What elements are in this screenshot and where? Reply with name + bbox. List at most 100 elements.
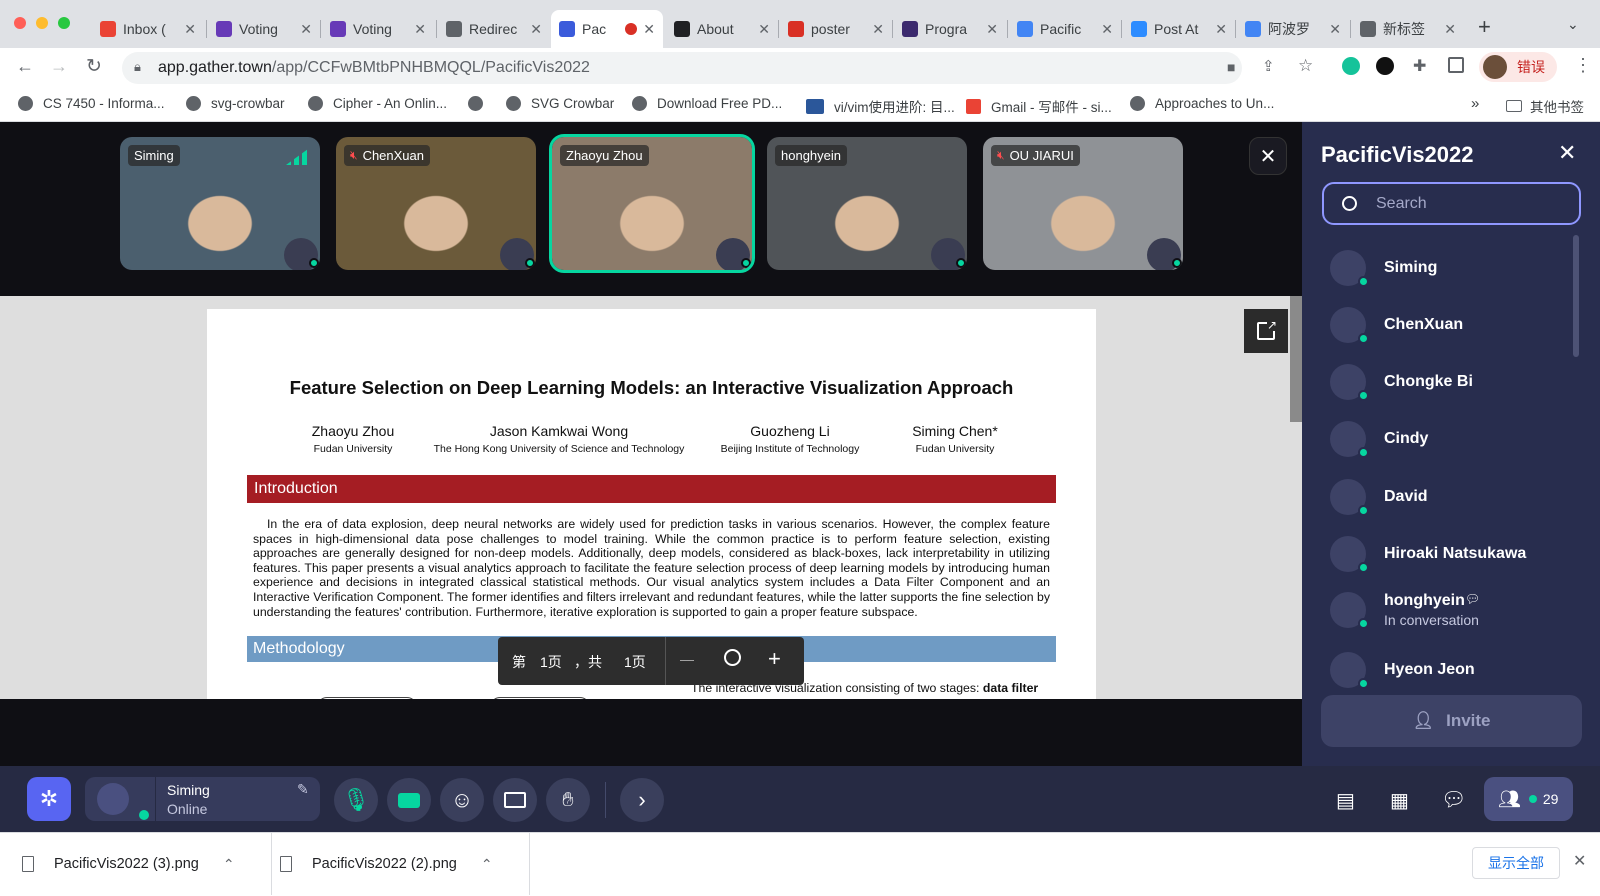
maximize-window-button[interactable] bbox=[58, 17, 70, 29]
gather-menu-button[interactable]: ✲ bbox=[27, 777, 71, 821]
zoom-magnifier-icon[interactable] bbox=[724, 649, 741, 666]
user-card[interactable]: Siming Online ✎ bbox=[85, 777, 320, 821]
tab-search-chevron-icon[interactable]: ⌄ bbox=[1567, 16, 1579, 33]
participant-list-item[interactable]: Siming bbox=[1330, 250, 1437, 287]
participant-list-item[interactable]: Hyeon Jeon bbox=[1330, 652, 1475, 689]
bookmark-star-icon[interactable]: ☆ bbox=[1298, 56, 1313, 76]
sidebar-scrollbar[interactable] bbox=[1573, 235, 1579, 357]
close-tab-icon[interactable]: ✕ bbox=[1101, 21, 1113, 38]
extension-icon[interactable] bbox=[1376, 57, 1394, 75]
invite-button[interactable]: 👤︎ Invite bbox=[1321, 695, 1582, 747]
bookmark-item[interactable] bbox=[468, 96, 493, 111]
bookmark-item[interactable]: Download Free PD... bbox=[632, 96, 782, 111]
participant-name: Hiroaki Natsukawa bbox=[1384, 545, 1527, 562]
announcement-icon[interactable]: ▤ bbox=[1336, 788, 1355, 813]
participant-list-item[interactable]: Chongke Bi bbox=[1330, 364, 1473, 401]
tab-10[interactable]: 阿波罗 ✕ bbox=[1237, 10, 1349, 48]
close-tab-icon[interactable]: ✕ bbox=[1329, 21, 1341, 38]
video-tile[interactable]: 🔇︎ OU JIARUI bbox=[983, 137, 1183, 270]
download-item[interactable]: PacificVis2022 (2).png ⌃ bbox=[280, 833, 530, 895]
close-video-strip-button[interactable]: ✕ bbox=[1249, 137, 1287, 175]
download-item[interactable]: PacificVis2022 (3).png ⌃ bbox=[22, 833, 272, 895]
zoom-in-button[interactable]: + bbox=[768, 646, 781, 672]
open-external-button[interactable]: ↗ bbox=[1244, 309, 1288, 353]
close-tab-icon[interactable]: ✕ bbox=[184, 21, 196, 38]
tab-4[interactable]: Pac ✕ bbox=[551, 10, 663, 48]
camera-blocked-icon[interactable]: ■ bbox=[1227, 59, 1235, 75]
reload-icon[interactable]: ↻ bbox=[86, 55, 102, 78]
participant-list-item[interactable]: David bbox=[1330, 479, 1428, 516]
emoji-button[interactable]: ☺ bbox=[440, 778, 484, 822]
intro-heading: Introduction bbox=[254, 480, 338, 497]
chat-icon[interactable]: 💬︎ bbox=[1441, 787, 1466, 812]
close-tab-icon[interactable]: ✕ bbox=[1444, 21, 1456, 38]
minimize-window-button[interactable] bbox=[36, 17, 48, 29]
puzzle-extensions-icon[interactable]: ✚ bbox=[1413, 56, 1426, 76]
video-tile[interactable]: 🔇︎ ChenXuan bbox=[336, 137, 536, 270]
video-tile[interactable]: Zhaoyu Zhou bbox=[549, 134, 755, 273]
profile-error-button[interactable]: 错误 bbox=[1479, 52, 1557, 82]
close-downloads-icon[interactable]: ✕ bbox=[1573, 851, 1586, 871]
bookmark-item[interactable]: Approaches to Un... bbox=[1130, 96, 1274, 111]
chevron-up-icon[interactable]: ⌃ bbox=[481, 856, 493, 873]
close-tab-icon[interactable]: ✕ bbox=[872, 21, 884, 38]
show-all-downloads-button[interactable]: 显示全部 bbox=[1472, 847, 1560, 879]
bookmarks-overflow-icon[interactable]: » bbox=[1471, 95, 1479, 112]
microphone-button[interactable]: 🎙︎ bbox=[334, 778, 378, 822]
expand-toolbar-button[interactable]: › bbox=[620, 778, 664, 822]
participant-list-item[interactable]: Cindy bbox=[1330, 421, 1428, 458]
back-icon[interactable]: ← bbox=[16, 56, 34, 77]
tab-9[interactable]: Post At ✕ bbox=[1123, 10, 1235, 48]
bookmark-item[interactable]: Gmail - 写邮件 - si... bbox=[966, 96, 1112, 116]
participants-button[interactable]: 👥︎ 29 bbox=[1484, 777, 1573, 821]
tab-8[interactable]: Pacific ✕ bbox=[1009, 10, 1121, 48]
search-input[interactable]: Search bbox=[1376, 195, 1427, 213]
tab-7[interactable]: Progra ✕ bbox=[894, 10, 1006, 48]
close-tab-icon[interactable]: ✕ bbox=[986, 21, 998, 38]
screenshare-button[interactable] bbox=[493, 778, 537, 822]
forward-icon[interactable]: → bbox=[50, 56, 68, 77]
tab-1[interactable]: Voting ✕ bbox=[208, 10, 320, 48]
calendar-icon[interactable]: ▦ bbox=[1390, 788, 1409, 813]
url-field[interactable]: 🔒︎ app.gather.town/app/CCFwBMtbPNHBMQQL/… bbox=[122, 52, 1242, 84]
participant-list-item[interactable]: honghyein 💬︎ In conversation bbox=[1330, 592, 1480, 629]
avatar bbox=[931, 238, 966, 270]
video-tile[interactable]: honghyein bbox=[767, 137, 967, 270]
search-box[interactable]: Search bbox=[1322, 182, 1581, 225]
tab-2[interactable]: Voting ✕ bbox=[322, 10, 434, 48]
camera-button[interactable] bbox=[387, 778, 431, 822]
tab-5[interactable]: About ✕ bbox=[666, 10, 778, 48]
close-tab-icon[interactable]: ✕ bbox=[300, 21, 312, 38]
grammarly-extension-icon[interactable] bbox=[1342, 57, 1360, 75]
new-tab-button[interactable]: + bbox=[1478, 14, 1491, 40]
close-sidebar-icon[interactable]: ✕ bbox=[1558, 140, 1576, 166]
participant-list-item[interactable]: ChenXuan bbox=[1330, 307, 1463, 344]
tab-11[interactable]: 新标签 ✕ bbox=[1352, 10, 1464, 48]
close-window-button[interactable] bbox=[14, 17, 26, 29]
video-tile[interactable]: Siming bbox=[120, 137, 320, 270]
edit-pencil-icon[interactable]: ✎ bbox=[297, 781, 309, 798]
bookmark-item[interactable]: SVG Crowbar bbox=[506, 96, 614, 111]
page-current[interactable]: 1页 bbox=[540, 652, 562, 672]
share-icon[interactable]: ⇪ bbox=[1262, 57, 1275, 75]
stage-scrollbar[interactable] bbox=[1290, 296, 1302, 422]
chrome-menu-icon[interactable]: ⋮ bbox=[1574, 55, 1592, 76]
tab-3[interactable]: Redirec ✕ bbox=[438, 10, 550, 48]
raise-hand-button[interactable]: ✋︎ bbox=[546, 778, 590, 822]
other-bookmarks-folder[interactable]: 其他书签 bbox=[1506, 96, 1584, 116]
bookmark-item[interactable]: svg-crowbar bbox=[186, 96, 285, 111]
tab-0[interactable]: Inbox (✕ bbox=[92, 10, 204, 48]
bookmark-item[interactable]: Cipher - An Onlin... bbox=[308, 96, 447, 111]
close-tab-icon[interactable]: ✕ bbox=[758, 21, 770, 38]
close-tab-icon[interactable]: ✕ bbox=[530, 21, 542, 38]
bookmark-item[interactable]: CS 7450 - Informa... bbox=[18, 96, 165, 111]
close-tab-icon[interactable]: ✕ bbox=[643, 21, 655, 38]
zoom-out-button[interactable]: — bbox=[680, 651, 694, 667]
participant-list-item[interactable]: Hiroaki Natsukawa bbox=[1330, 536, 1527, 573]
close-tab-icon[interactable]: ✕ bbox=[1215, 21, 1227, 38]
side-panel-icon[interactable] bbox=[1448, 57, 1464, 73]
bookmark-item[interactable]: vi/vim使用进阶: 目... bbox=[806, 96, 955, 116]
close-tab-icon[interactable]: ✕ bbox=[414, 21, 426, 38]
tab-6[interactable]: poster ✕ bbox=[780, 10, 892, 48]
chevron-up-icon[interactable]: ⌃ bbox=[223, 856, 235, 873]
